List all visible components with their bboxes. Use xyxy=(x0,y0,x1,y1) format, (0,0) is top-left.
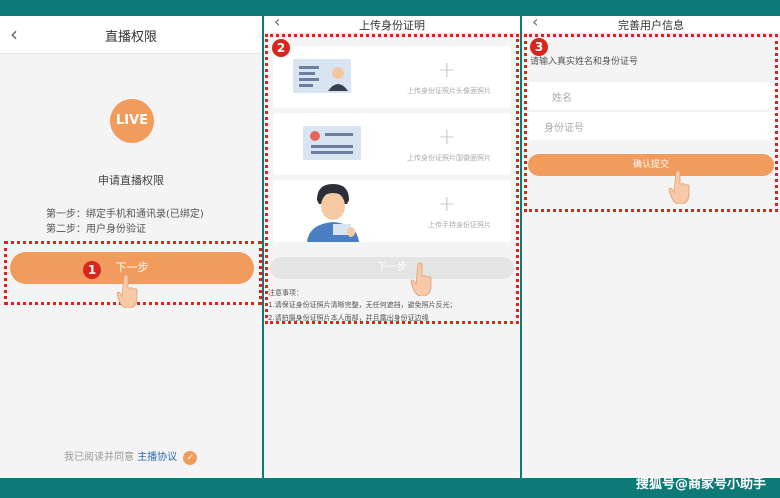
screen-upload-id: ‹ 上传身份证明 + 上传身份证照片头像面照片 + 上传身份证照片国徽面照片 +… xyxy=(264,16,520,478)
apply-label: 申请直播权限 xyxy=(98,174,164,187)
watermark: 搜狐号@商家号小助手 xyxy=(635,477,766,492)
step1-text: 第一步：绑定手机和通讯录(已绑定) xyxy=(46,209,204,220)
agreement-row: 我已阅读并同意 主播协议 ✓ xyxy=(64,448,198,465)
step-number-badge: 2 xyxy=(272,39,290,57)
agreement-prefix: 我已阅读并同意 xyxy=(64,452,134,463)
step2-text: 第二步：用户身份验证 xyxy=(46,224,146,235)
hand-pointer-icon xyxy=(410,262,432,296)
page-title: 上传身份证明 xyxy=(359,19,425,32)
highlight-box xyxy=(524,34,778,212)
check-icon[interactable]: ✓ xyxy=(183,451,198,465)
live-icon: LIVE xyxy=(110,99,154,143)
step-number-badge: 3 xyxy=(530,38,548,56)
hand-pointer-icon xyxy=(668,170,690,204)
step-number-badge: 1 xyxy=(83,261,101,279)
navbar: ‹ 直播权限 xyxy=(0,16,262,54)
highlight-box xyxy=(265,34,519,324)
agreement-link[interactable]: 主播协议 xyxy=(137,452,177,463)
screen-live-permission: ‹ 直播权限 LIVE 申请直播权限 第一步：绑定手机和通讯录(已绑定) 第二步… xyxy=(0,16,262,478)
navbar: ‹ 上传身份证明 xyxy=(264,16,520,34)
screen-complete-info: ‹ 完善用户信息 请输入真实姓名和身份证号 姓名 身份证号 确认提交 3 xyxy=(522,16,780,478)
page-title: 完善用户信息 xyxy=(618,19,684,32)
hand-pointer-icon xyxy=(116,274,138,308)
page-title: 直播权限 xyxy=(104,30,157,45)
navbar: ‹ 完善用户信息 xyxy=(522,16,780,34)
